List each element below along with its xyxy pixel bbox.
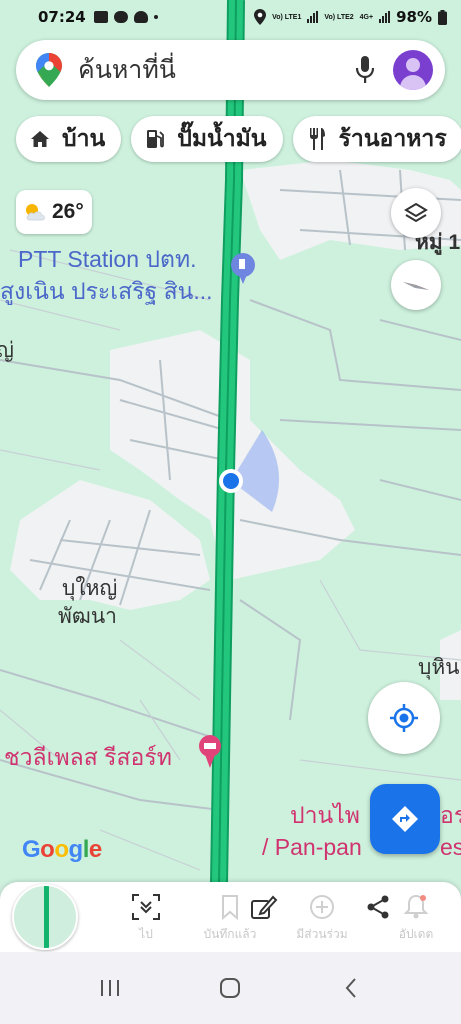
chip-gas-station[interactable]: ปั๊มน้ำมัน [131, 116, 283, 162]
chip-home-label: บ้าน [62, 125, 106, 151]
location-icon [254, 9, 267, 25]
google-maps-pin-icon [36, 53, 62, 87]
area-label-bu-yai-2: พัฒนา [58, 605, 117, 628]
restaurant-icon [305, 127, 329, 151]
signal-1-icon [307, 11, 319, 23]
battery-icon [438, 9, 447, 25]
chip-restaurant[interactable]: ร้านอาหาร [292, 116, 461, 162]
microphone-icon[interactable] [347, 52, 383, 88]
poi-ptt-station[interactable]: PTT Station ปตท. [18, 242, 197, 278]
poi-resort[interactable]: ชวลีเพลส รีสอร์ท [4, 740, 172, 776]
bell-icon [386, 892, 446, 922]
directions-button[interactable] [370, 784, 440, 854]
home-icon [28, 127, 52, 151]
status-bar: 07:24 Vo) LTE1 Vo) LTE2 4G+ 98% [0, 0, 461, 34]
sim1-label: Vo) LTE1 [272, 13, 302, 21]
battery-level: 98% [396, 8, 432, 26]
latest-icon [116, 892, 176, 922]
recent-apps-icon[interactable] [90, 968, 130, 1008]
system-navigation-bar [0, 952, 461, 1024]
account-avatar[interactable] [393, 50, 433, 90]
poi-pan-pan-tail: อร [440, 802, 461, 828]
chip-gas-label: ปั๊มน้ำมัน [177, 125, 267, 151]
home-button-icon[interactable] [210, 968, 250, 1008]
layers-icon [404, 202, 428, 223]
poi-ptt-station-sub[interactable]: สูงเนิน ประเสริฐ สิน... [0, 274, 213, 310]
directions-icon [392, 806, 418, 832]
area-label-edge: ญ่ [0, 339, 14, 362]
chip-restaurant-label: ร้านอาหาร [338, 125, 447, 151]
temperature: 26° [52, 200, 84, 223]
map-thumbnail[interactable] [12, 884, 78, 950]
compass-icon [403, 282, 429, 290]
network-type: 4G+ [359, 13, 374, 21]
signal-2-icon [379, 11, 391, 23]
my-location-button[interactable] [368, 682, 440, 754]
poi-pan-pan-en[interactable]: / Pan-pan [262, 834, 362, 861]
contribute-icon [292, 892, 352, 922]
compass-button[interactable] [391, 260, 441, 310]
area-label-bu-hin: บุหิน [418, 656, 460, 679]
action-updates[interactable]: อัปเดต [386, 892, 446, 948]
action-edit[interactable] [234, 892, 294, 948]
action-contribute[interactable]: มีส่วนร่วม [292, 892, 352, 948]
sim2-label: Vo) LTE2 [324, 13, 354, 21]
category-chips: บ้าน ปั๊มน้ำมัน ร้านอาหาร [16, 116, 461, 162]
gallery-icon [93, 11, 108, 23]
my-location-icon [390, 704, 418, 732]
weather-badge[interactable]: 26° [16, 190, 92, 234]
more-notifications-icon [153, 15, 158, 19]
partly-cloudy-icon [26, 204, 45, 221]
poi-pan-pan[interactable]: ปานไพ [290, 798, 360, 834]
notification-icon [113, 11, 128, 23]
cloud-icon [133, 11, 148, 23]
edit-map-icon [234, 892, 294, 922]
layers-button[interactable] [391, 188, 441, 238]
action-go[interactable]: ไป [116, 892, 176, 948]
poi-pan-pan-en-tail: esor [440, 834, 461, 860]
google-logo: Google [22, 836, 102, 863]
search-input[interactable]: ค้นหาที่นี่ [78, 50, 347, 90]
chip-home[interactable]: บ้าน [16, 116, 122, 162]
clock: 07:24 [38, 8, 86, 26]
back-icon[interactable] [331, 968, 371, 1008]
search-bar[interactable]: ค้นหาที่นี่ [16, 40, 445, 100]
gas-station-icon [143, 127, 167, 151]
